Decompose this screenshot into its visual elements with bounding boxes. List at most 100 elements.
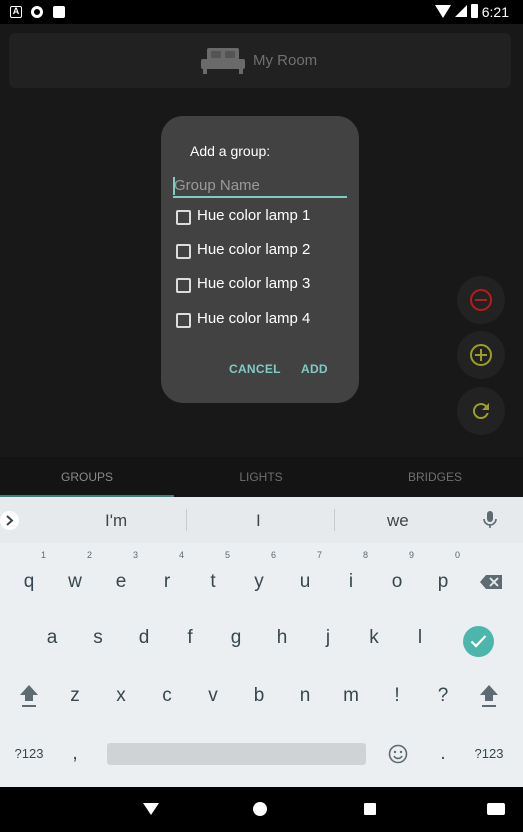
symbols-key-right[interactable]: ?123 [466,732,512,776]
lamp-checkbox-3[interactable]: Hue color lamp 3 [175,274,350,298]
key-s[interactable]: s [75,616,121,660]
key-o[interactable]: o9 [374,550,420,604]
key-d[interactable]: d [121,616,167,660]
key-period[interactable]: . [420,732,466,776]
key-w[interactable]: w2 [52,550,98,604]
key-m[interactable]: m [328,674,374,718]
minus-circle-icon [470,289,492,311]
checkbox-icon[interactable] [176,313,191,328]
tab-lights[interactable]: LIGHTS [174,457,348,497]
emoji-icon [388,744,408,764]
key-hint: 4 [178,550,184,560]
text-caret [173,177,175,195]
key-t[interactable]: t5 [190,550,236,604]
key-hint: 6 [270,550,276,560]
backspace-icon [480,575,502,589]
nav-bar [0,787,523,832]
recents-icon[interactable] [364,803,376,815]
tab-groups[interactable]: GROUPS [0,457,174,497]
key-hint: 7 [316,550,322,560]
lamp-label: Hue color lamp 2 [197,241,311,258]
key-label: e [115,571,127,592]
suggestion-2[interactable]: I [256,511,261,531]
enter-key[interactable] [463,626,494,657]
suggestion-bar: I'm I we [0,497,523,543]
lamp-checkbox-4[interactable]: Hue color lamp 4 [175,309,350,333]
group-name-input[interactable]: Group Name [173,174,347,198]
wifi-icon [435,5,451,18]
suggestion-divider [186,509,187,531]
shift-key-right[interactable] [466,674,512,718]
dialog-title: Add a group: [190,143,271,159]
shift-icon [20,685,38,707]
key-p[interactable]: p0 [420,550,466,604]
key-hint: 0 [454,550,460,560]
emoji-key[interactable] [375,732,421,776]
mic-icon[interactable] [483,511,497,529]
checkmark-icon [470,635,487,648]
key-k[interactable]: k [351,616,397,660]
lamp-checkbox-1[interactable]: Hue color lamp 1 [175,206,350,230]
room-header[interactable]: My Room [9,33,511,88]
key-v[interactable]: v [190,674,236,718]
add-group-button[interactable]: ADD [301,362,328,376]
key-label: w [68,571,82,592]
key-u[interactable]: u7 [282,550,328,604]
key-g[interactable]: g [213,616,259,660]
key-c[interactable]: c [144,674,190,718]
key-x[interactable]: x [98,674,144,718]
suggestion-divider [334,509,335,531]
key-hint: 5 [224,550,230,560]
key-j[interactable]: j [305,616,351,660]
key-label: o [391,571,403,592]
cancel-button[interactable]: CANCEL [229,362,281,376]
checkbox-icon[interactable] [176,210,191,225]
key-b[interactable]: b [236,674,282,718]
key-n[interactable]: n [282,674,328,718]
key-question[interactable]: ? [420,674,466,718]
key-i[interactable]: i8 [328,550,374,604]
status-time: 6:21 [481,4,509,20]
key-q[interactable]: q1 [6,550,52,604]
key-z[interactable]: z [52,674,98,718]
key-hint: 8 [362,550,368,560]
key-l[interactable]: l [397,616,443,660]
bed-icon [201,48,245,74]
shift-key[interactable] [6,674,52,718]
suggestion-1[interactable]: I'm [105,511,127,531]
key-a[interactable]: a [29,616,75,660]
key-e[interactable]: e3 [98,550,144,604]
lamp-label: Hue color lamp 3 [197,275,311,292]
key-label: q [23,571,35,592]
key-r[interactable]: r4 [144,550,190,604]
status-bar: A 6:21 [0,0,523,24]
space-key[interactable] [107,743,366,765]
remove-button[interactable] [457,276,505,324]
key-comma[interactable]: , [52,732,98,776]
refresh-icon [472,403,489,420]
key-h[interactable]: h [259,616,305,660]
symbols-key[interactable]: ?123 [6,732,52,776]
suggestion-3[interactable]: we [387,511,409,531]
back-icon[interactable] [143,803,159,815]
shift-icon [480,685,498,707]
refresh-button[interactable] [457,387,505,435]
tab-bridges[interactable]: BRIDGES [348,457,522,497]
add-button[interactable] [457,331,505,379]
key-y[interactable]: y6 [236,550,282,604]
checkbox-icon[interactable] [176,244,191,259]
key-label: u [299,571,311,592]
key-exclamation[interactable]: ! [374,674,420,718]
a-notification-icon: A [10,6,22,18]
home-icon[interactable] [253,802,267,816]
room-title: My Room [253,52,318,69]
keyboard-switch-icon[interactable] [487,803,505,815]
signal-icon [455,5,467,17]
lamp-checkbox-2[interactable]: Hue color lamp 2 [175,240,350,264]
lamp-label: Hue color lamp 4 [197,310,311,327]
checkbox-icon[interactable] [176,278,191,293]
backspace-key[interactable] [468,560,514,604]
key-f[interactable]: f [167,616,213,660]
expand-suggestions-button[interactable] [0,511,19,530]
key-label: r [163,571,171,592]
